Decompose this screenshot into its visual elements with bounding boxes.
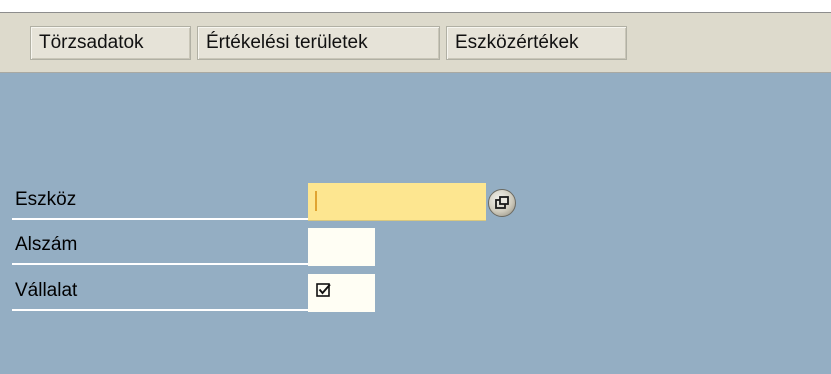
selection-screen: Eszköz Alszám Vállalat [0,73,831,374]
ertekelesi-teruletek-button[interactable]: Értékelési területek [197,26,440,60]
torzsadatok-button[interactable]: Törzsadatok [30,26,191,60]
vallalat-input[interactable] [308,274,375,312]
eszkoz-label: Eszköz [12,182,308,220]
vallalat-label: Vállalat [12,273,308,311]
eszkoz-input[interactable] [308,183,486,221]
alszam-label: Alszám [12,227,308,265]
checkbox-checked-icon [316,283,331,297]
possible-entries-icon[interactable] [488,189,516,217]
text-cursor [315,191,317,211]
application-toolbar: Törzsadatok Értékelési területek Eszközé… [0,13,831,73]
alszam-input[interactable] [308,228,375,266]
eszkozertekek-button[interactable]: Eszközértékek [446,26,627,60]
